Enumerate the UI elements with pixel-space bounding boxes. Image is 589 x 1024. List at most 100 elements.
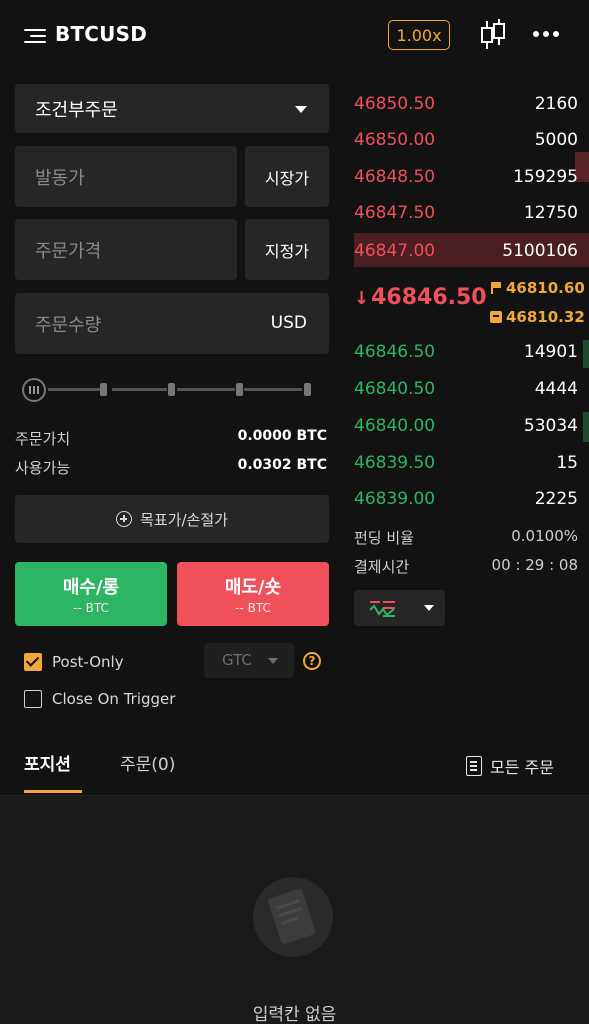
- bid-price: 46839.00: [354, 489, 436, 509]
- bid-qty: 53034: [523, 416, 578, 436]
- arrow-down-icon: ↓: [354, 288, 370, 309]
- time-in-force-select[interactable]: GTC: [204, 643, 294, 678]
- funding-rate-label: 펀딩 비율: [354, 529, 414, 547]
- settlement-label: 결제시간: [354, 558, 410, 576]
- buy-long-button[interactable]: 매수/롱 -- BTC: [15, 562, 167, 626]
- tab-positions[interactable]: 포지션: [24, 750, 71, 775]
- bid-row[interactable]: 46840.00 53034: [354, 411, 580, 441]
- quantity-slider[interactable]: [22, 378, 318, 402]
- bid-price: 46839.50: [354, 453, 436, 473]
- slider-tick-50[interactable]: [168, 383, 175, 396]
- order-price-input[interactable]: 주문가격: [15, 219, 237, 280]
- bid-row[interactable]: 46846.50 14901: [354, 337, 580, 367]
- document-icon: [466, 756, 482, 776]
- plus-circle-icon: [116, 511, 133, 527]
- ask-price: 46848.50: [354, 167, 436, 187]
- index-price: 46810.32: [506, 308, 585, 326]
- funding-rate-row: 펀딩 비율 0.0100%: [354, 527, 580, 548]
- ask-row[interactable]: 46850.50 2160: [354, 89, 580, 119]
- ask-qty: 5100106: [502, 241, 578, 261]
- order-type-dropdown[interactable]: 조건부주문: [15, 84, 329, 133]
- orderbook-view-select[interactable]: [354, 590, 445, 626]
- flag-icon: [490, 282, 502, 294]
- ask-price: 46847.00: [354, 241, 436, 261]
- slider-tick-25[interactable]: [100, 383, 107, 396]
- last-price-value: 46846.50: [371, 285, 487, 310]
- quantity-input[interactable]: 주문수량 USD: [15, 293, 329, 354]
- help-icon[interactable]: ?: [303, 652, 321, 670]
- depth-bar: [583, 340, 589, 368]
- trigger-type-button[interactable]: 시장가: [245, 146, 329, 207]
- bid-price: 46840.00: [354, 416, 436, 436]
- symbol-title[interactable]: BTCUSD: [55, 22, 147, 46]
- ask-row[interactable]: 46847.50 12750: [354, 198, 580, 228]
- orderbook-view-icon: [369, 601, 395, 617]
- sell-short-button[interactable]: 매도/숏 -- BTC: [177, 562, 329, 626]
- index-price-row: 46810.32: [490, 308, 585, 326]
- price-type-button[interactable]: 지정가: [245, 219, 329, 280]
- post-only-checkbox[interactable]: Post-Only: [24, 652, 124, 672]
- quantity-unit[interactable]: USD: [271, 313, 307, 333]
- bid-row[interactable]: 46839.50 15: [354, 448, 580, 478]
- ask-row[interactable]: 46848.50 159295: [354, 162, 580, 192]
- menu-icon[interactable]: [24, 28, 46, 44]
- trigger-price-placeholder: 발동가: [35, 168, 85, 189]
- bid-price: 46846.50: [354, 342, 436, 362]
- last-price[interactable]: ↓46846.50: [354, 285, 487, 310]
- buy-sub: -- BTC: [73, 601, 109, 615]
- index-icon: [490, 311, 502, 323]
- tpsl-button[interactable]: 목표가/손절가: [15, 495, 329, 543]
- ask-qty: 159295: [513, 167, 578, 187]
- empty-state-text: 입력칸 없음: [252, 1005, 337, 1024]
- empty-document-icon: [253, 877, 333, 957]
- bid-row[interactable]: 46839.00 2225: [354, 484, 580, 514]
- tab-orders[interactable]: 주문(0): [120, 750, 175, 775]
- close-on-trigger-label: Close On Trigger: [52, 690, 176, 708]
- caret-down-icon: [424, 605, 434, 611]
- ask-qty: 12750: [523, 203, 578, 223]
- order-value-row: 주문가치 0.0000 BTC: [15, 428, 329, 448]
- ask-price: 46850.00: [354, 130, 436, 150]
- ask-row[interactable]: 46850.00 5000: [354, 125, 580, 155]
- header: BTCUSD 1.00x: [0, 0, 589, 72]
- bid-price: 46840.50: [354, 379, 436, 399]
- all-orders-label: 모든 주문: [490, 758, 554, 777]
- sell-label: 매도/숏: [224, 577, 282, 598]
- close-on-trigger-checkbox[interactable]: Close On Trigger: [24, 689, 175, 709]
- caret-down-icon: [295, 106, 307, 113]
- more-icon[interactable]: [533, 29, 559, 39]
- available-label: 사용가능: [15, 459, 71, 477]
- order-value-label: 주문가치: [15, 430, 71, 448]
- ask-row[interactable]: 46847.00 5100106: [354, 233, 589, 267]
- bid-qty: 14901: [523, 342, 578, 362]
- settlement-row: 결제시간 00 : 29 : 08: [354, 556, 580, 577]
- order-value: 0.0000 BTC: [237, 428, 327, 444]
- slider-thumb[interactable]: [22, 378, 46, 402]
- order-price-placeholder: 주문가격: [35, 241, 102, 262]
- checkbox-unchecked-icon[interactable]: [24, 690, 42, 708]
- bid-qty: 15: [556, 453, 578, 473]
- time-in-force-value: GTC: [222, 651, 252, 669]
- caret-down-icon: [268, 658, 278, 664]
- funding-rate: 0.0100%: [511, 527, 578, 545]
- tpsl-label: 목표가/손절가: [140, 510, 228, 529]
- bid-qty: 4444: [534, 379, 578, 399]
- bid-qty: 2225: [534, 489, 578, 509]
- settlement-time: 00 : 29 : 08: [491, 556, 578, 574]
- post-only-label: Post-Only: [52, 653, 124, 671]
- order-type-label: 조건부주문: [35, 100, 118, 121]
- trigger-price-input[interactable]: 발동가: [15, 146, 237, 207]
- all-orders-button[interactable]: 모든 주문: [466, 754, 554, 778]
- ask-qty: 2160: [534, 94, 578, 114]
- checkbox-checked-icon[interactable]: [24, 653, 42, 671]
- depth-bar: [583, 412, 589, 442]
- mark-price: 46810.60: [506, 279, 585, 297]
- available-value: 0.0302 BTC: [237, 457, 327, 473]
- candlestick-chart-icon[interactable]: [480, 18, 506, 52]
- leverage-button[interactable]: 1.00x: [388, 20, 450, 50]
- slider-tick-75[interactable]: [236, 383, 243, 396]
- bid-row[interactable]: 46840.50 4444: [354, 374, 580, 404]
- slider-tick-100[interactable]: [304, 383, 311, 396]
- sell-sub: -- BTC: [235, 601, 271, 615]
- quantity-placeholder: 주문수량: [35, 315, 102, 336]
